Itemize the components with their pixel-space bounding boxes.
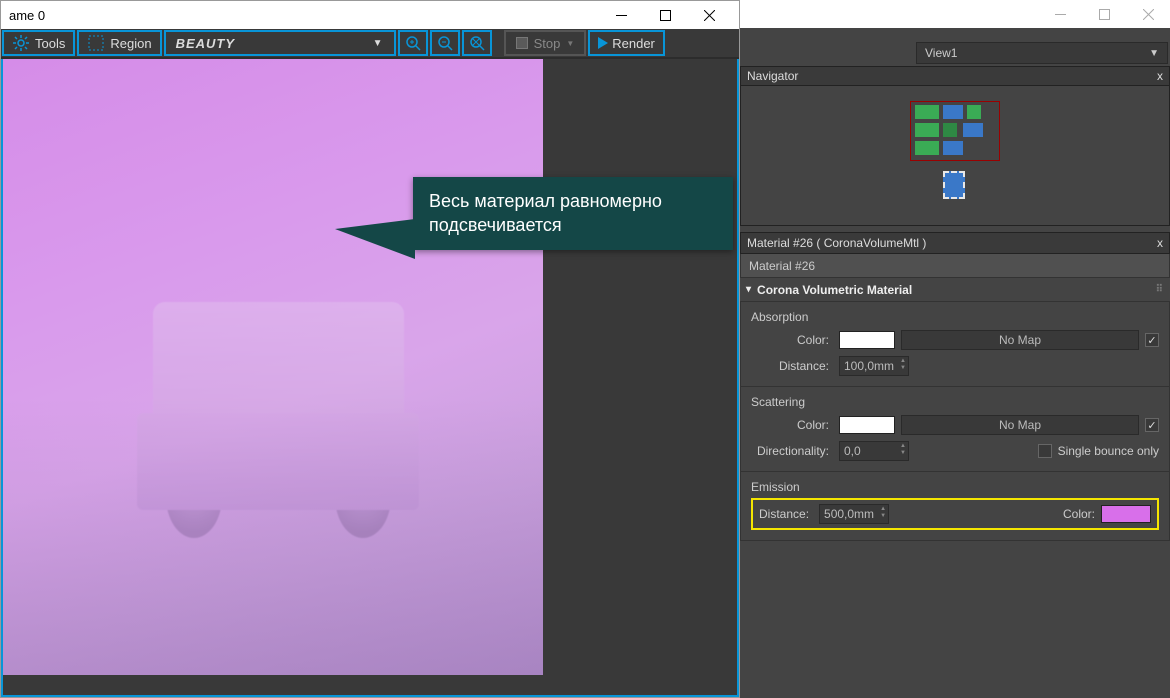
close-button[interactable] xyxy=(687,1,731,29)
chevron-down-icon: ▼ xyxy=(566,39,574,48)
zoom-fit-button[interactable] xyxy=(462,30,492,56)
emission-title: Emission xyxy=(751,480,1159,494)
single-bounce-label: Single bounce only xyxy=(1058,444,1159,458)
navigator-selected-node[interactable] xyxy=(943,171,965,199)
maximize-button[interactable] xyxy=(1082,0,1126,28)
dir-spinner[interactable]: 0,0 ▲▼ xyxy=(839,441,909,461)
region-button[interactable]: Region xyxy=(77,30,161,56)
medit-body: View1 ▼ Navigator x Material #26 ( Coron… xyxy=(740,28,1170,698)
minimize-button[interactable] xyxy=(1038,0,1082,28)
play-icon xyxy=(598,37,608,49)
chevron-down-icon: ▼ xyxy=(1149,48,1159,59)
emiss-dist-spinner[interactable]: 500,0mm ▲▼ xyxy=(819,504,889,524)
region-icon xyxy=(87,34,105,52)
material-name: Material #26 xyxy=(749,259,815,273)
navigator-panel[interactable] xyxy=(740,86,1170,226)
rollout-body: Absorption Color: No Map Distance: 100,0… xyxy=(740,302,1170,541)
gear-icon xyxy=(12,34,30,52)
minimize-button[interactable] xyxy=(599,1,643,29)
maximize-button[interactable] xyxy=(643,1,687,29)
annotation-callout: Весь материал равномерно подсвечивается xyxy=(413,177,733,250)
absorption-title: Absorption xyxy=(751,310,1159,324)
abs-color-swatch[interactable] xyxy=(839,331,895,349)
vfb-toolbar: Tools Region BEAUTY ▼ Stop ▼ Render xyxy=(1,29,739,59)
render-viewport[interactable] xyxy=(3,59,543,675)
navigator-title: Navigator xyxy=(747,69,798,83)
material-editor-window: View1 ▼ Navigator x Material #26 ( Coron… xyxy=(740,0,1170,698)
dir-label: Directionality: xyxy=(751,444,833,458)
vfb-title-text: ame 0 xyxy=(9,8,45,23)
settings-button[interactable]: Tools xyxy=(2,30,75,56)
material-header: Material #26 ( CoronaVolumeMtl ) x xyxy=(740,232,1170,254)
callout-line1: Весь материал равномерно xyxy=(429,189,717,213)
scat-color-label: Color: xyxy=(751,418,833,432)
abs-color-label: Color: xyxy=(751,333,833,347)
render-label: Render xyxy=(612,36,655,51)
abs-map-check[interactable] xyxy=(1145,333,1159,347)
view-row: View1 ▼ xyxy=(740,28,1170,66)
zoom-in-button[interactable] xyxy=(398,30,428,56)
view-label: View1 xyxy=(925,46,957,60)
view-dropdown[interactable]: View1 ▼ xyxy=(916,42,1168,64)
material-header-text: Material #26 ( CoronaVolumeMtl ) xyxy=(747,236,926,250)
channel-value: BEAUTY xyxy=(176,36,235,51)
abs-map-button[interactable]: No Map xyxy=(901,330,1139,350)
abs-dist-spinner[interactable]: 100,0mm ▲▼ xyxy=(839,356,909,376)
close-icon[interactable]: x xyxy=(1157,69,1163,83)
render-button[interactable]: Render xyxy=(588,30,665,56)
stop-button[interactable]: Stop ▼ xyxy=(504,30,587,56)
emiss-color-label: Color: xyxy=(1063,507,1095,521)
rollout-header[interactable]: Corona Volumetric Material ⠿ xyxy=(740,278,1170,302)
scattering-title: Scattering xyxy=(751,395,1159,409)
channel-select[interactable]: BEAUTY ▼ xyxy=(164,30,396,56)
stop-label: Stop xyxy=(534,36,561,51)
close-button[interactable] xyxy=(1126,0,1170,28)
viewport-area: Весь материал равномерно подсвечивается xyxy=(1,59,739,697)
zoom-out-button[interactable] xyxy=(430,30,460,56)
material-name-row: Material #26 xyxy=(740,254,1170,278)
callout-line2: подсвечивается xyxy=(429,213,717,237)
navigator-header: Navigator x xyxy=(740,66,1170,86)
grip-icon: ⠿ xyxy=(1156,284,1164,295)
scat-color-swatch[interactable] xyxy=(839,416,895,434)
tools-label: Tools xyxy=(35,36,65,51)
single-bounce-check[interactable] xyxy=(1038,444,1052,458)
close-icon[interactable]: x xyxy=(1157,236,1163,250)
vfb-titlebar: ame 0 xyxy=(1,1,739,29)
vfb-window: ame 0 Tools Region BEAUTY ▼ xyxy=(0,0,740,698)
emiss-color-swatch[interactable] xyxy=(1101,505,1151,523)
rollout-title: Corona Volumetric Material xyxy=(757,283,912,297)
medit-titlebar xyxy=(740,0,1170,28)
region-label: Region xyxy=(110,36,151,51)
emiss-dist-label: Distance: xyxy=(759,507,813,521)
zoom-group xyxy=(397,29,493,57)
stop-icon xyxy=(516,37,528,49)
scat-map-check[interactable] xyxy=(1145,418,1159,432)
abs-dist-label: Distance: xyxy=(751,359,833,373)
chevron-down-icon: ▼ xyxy=(373,38,384,49)
scat-map-button[interactable]: No Map xyxy=(901,415,1139,435)
emission-highlight-box: Distance: 500,0mm ▲▼ Color: xyxy=(751,498,1159,530)
